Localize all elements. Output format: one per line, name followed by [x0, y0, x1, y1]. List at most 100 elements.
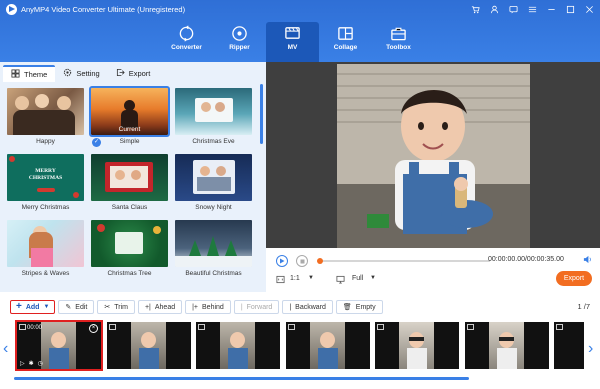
- forward-button[interactable]: | Forward: [233, 300, 280, 314]
- clip-frame: [489, 322, 524, 369]
- app-logo-icon: [6, 3, 17, 15]
- timeline-scrollbar[interactable]: [14, 377, 469, 380]
- theme-name: Simple: [119, 138, 140, 145]
- close-icon[interactable]: [585, 5, 594, 14]
- theme-item-stripes-waves[interactable]: Stripes & Waves: [7, 220, 84, 286]
- play-icon[interactable]: ▷: [20, 360, 25, 367]
- behind-button[interactable]: |+ Behind: [185, 300, 231, 314]
- preview-stage: [266, 62, 600, 248]
- clip-toolbar: + Add ▼ ✎ Edit ✂ Trim +| Ahead |+ Behind…: [0, 296, 600, 318]
- theme-list-scrollbar[interactable]: [260, 84, 263, 144]
- nav-label: MV: [287, 44, 298, 51]
- nav-collage[interactable]: Collage: [319, 22, 372, 62]
- mv-icon: [285, 27, 300, 39]
- trim-button[interactable]: ✂ Trim: [97, 300, 135, 314]
- theme-thumbnail: MERRY CHRISTMAS: [7, 154, 84, 201]
- panel-tabs: Theme Setting Export: [0, 62, 266, 82]
- scroll-left-icon[interactable]: ‹: [3, 340, 8, 358]
- tab-label: Theme: [24, 70, 48, 79]
- add-label: Add: [25, 303, 40, 311]
- ripper-icon: [232, 26, 247, 41]
- edit-button[interactable]: ✎ Edit: [58, 300, 95, 314]
- nav-label: Collage: [333, 44, 358, 51]
- empty-button[interactable]: 🗑 Empty: [335, 300, 383, 314]
- export-icon: [116, 68, 125, 79]
- image-icon: [198, 324, 205, 330]
- empty-label: Empty: [355, 303, 376, 311]
- timeline-clip[interactable]: [465, 322, 549, 369]
- timeline-clip[interactable]: [286, 322, 370, 369]
- clock-icon[interactable]: ◷: [38, 360, 43, 367]
- theme-name: Christmas Eve: [192, 138, 235, 145]
- nav-label: Ripper: [229, 44, 250, 51]
- theme-item-merry-christmas[interactable]: MERRY CHRISTMAS Merry Christmas: [7, 154, 84, 220]
- current-label: Current: [118, 126, 141, 133]
- timeline-clip[interactable]: [196, 322, 280, 369]
- theme-thumbnail: Current: [89, 86, 170, 137]
- nav-toolbox[interactable]: Toolbox: [372, 22, 425, 62]
- menu-icon[interactable]: [528, 5, 537, 14]
- scroll-right-icon[interactable]: ›: [588, 340, 593, 358]
- tab-setting[interactable]: Setting: [55, 65, 107, 82]
- volume-icon[interactable]: [583, 255, 592, 266]
- theme-thumbnail: [175, 220, 252, 267]
- nav-ripper[interactable]: Ripper: [213, 22, 266, 62]
- timeline-clip[interactable]: [375, 322, 459, 369]
- playback-progress[interactable]: [317, 258, 490, 264]
- theme-overlay-text: MERRY CHRISTMAS: [28, 168, 63, 181]
- tab-theme[interactable]: Theme: [3, 65, 56, 82]
- play-button[interactable]: [276, 255, 288, 267]
- collage-icon: [338, 27, 353, 40]
- nav-converter[interactable]: Converter: [160, 22, 213, 62]
- stop-icon: [300, 259, 304, 263]
- forward-icon: |: [240, 303, 243, 311]
- clip-frame: [131, 322, 166, 369]
- user-icon[interactable]: [490, 5, 499, 14]
- clip-duration: 00:00: [27, 325, 43, 331]
- theme-item-christmas-eve[interactable]: Christmas Eve: [175, 88, 252, 154]
- zoom-select[interactable]: Full: [352, 275, 363, 282]
- tab-export[interactable]: Export: [108, 65, 159, 82]
- minimize-icon[interactable]: [547, 5, 556, 14]
- trash-icon: 🗑: [342, 304, 352, 311]
- stop-button[interactable]: [296, 255, 308, 267]
- ahead-button[interactable]: +| Ahead: [137, 300, 183, 314]
- backward-icon: |: [289, 303, 292, 311]
- image-icon: [19, 324, 26, 330]
- timeline-clip[interactable]: [554, 322, 584, 369]
- nav-label: Toolbox: [386, 44, 411, 51]
- top-bar: AnyMP4 Video Converter Ultimate (Unregis…: [0, 0, 600, 62]
- timeline-clip[interactable]: 00:00 × ▷ ✱ ◷: [15, 320, 103, 371]
- chevron-down-icon[interactable]: ▼: [370, 275, 376, 281]
- remove-clip-icon[interactable]: ×: [89, 324, 98, 333]
- theme-item-simple[interactable]: Current ✓ Simple: [89, 86, 170, 154]
- aspect-ratio-select[interactable]: 1:1: [290, 275, 300, 282]
- chat-icon[interactable]: [509, 5, 518, 14]
- effects-icon[interactable]: ✱: [29, 360, 34, 367]
- theme-item-happy[interactable]: Happy: [7, 88, 84, 154]
- progress-knob[interactable]: [317, 258, 323, 264]
- add-button[interactable]: + Add ▼: [10, 300, 56, 314]
- timeline-clip[interactable]: [107, 322, 191, 369]
- setting-icon: [63, 68, 72, 79]
- edit-label: Edit: [75, 303, 88, 311]
- tab-label: Export: [128, 69, 151, 78]
- edit-icon: ✎: [65, 304, 72, 311]
- backward-button[interactable]: | Backward: [282, 300, 333, 314]
- left-panel: Theme Setting Export Happy Current ✓ Sim…: [0, 62, 266, 292]
- plus-icon: +: [16, 301, 22, 312]
- theme-item-santa-claus[interactable]: Santa Claus: [91, 154, 168, 220]
- insert-ahead-icon: +|: [144, 303, 151, 311]
- nav-mv[interactable]: MV: [266, 22, 319, 62]
- display-icon: [336, 275, 345, 286]
- maximize-icon[interactable]: [566, 5, 575, 14]
- chevron-down-icon[interactable]: ▼: [308, 275, 314, 281]
- export-button[interactable]: Export: [556, 271, 592, 286]
- theme-item-christmas-tree[interactable]: Christmas Tree: [91, 220, 168, 286]
- theme-name: Snowy Night: [195, 204, 232, 211]
- theme-item-beautiful-christmas[interactable]: Beautiful Christmas: [175, 220, 252, 286]
- theme-item-snowy-night[interactable]: Snowy Night: [175, 154, 252, 220]
- cart-icon[interactable]: [471, 5, 480, 14]
- play-icon: [280, 258, 285, 264]
- aspect-ratio-icon: [276, 275, 285, 286]
